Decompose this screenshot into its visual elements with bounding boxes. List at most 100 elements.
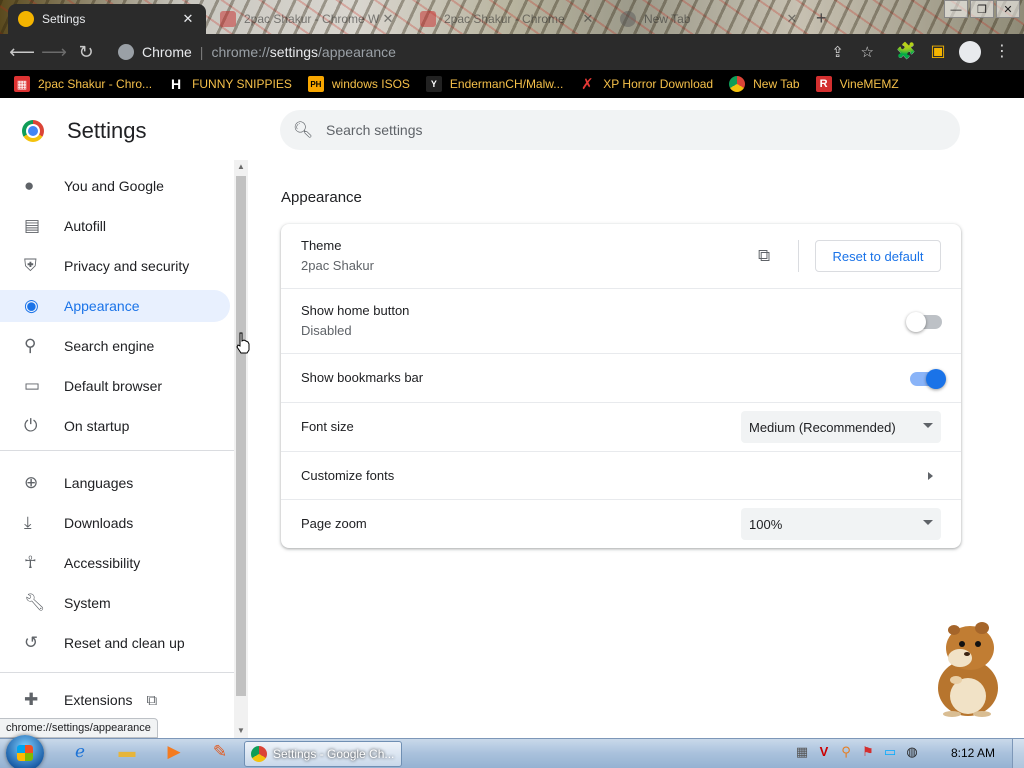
forward-button[interactable]: ⟶ (38, 42, 70, 63)
sidebar-divider (0, 450, 234, 451)
open-in-new-icon[interactable]: ⧉ (758, 246, 770, 266)
extensions-icon[interactable]: 🧩 (892, 34, 920, 70)
bookmark-endermanch[interactable]: Y EndermanCH/Malw... (425, 76, 563, 92)
theme-label: Theme (301, 238, 342, 253)
sidebar-item-default-browser[interactable]: ▭ Default browser (0, 370, 230, 402)
share-icon[interactable]: ⇪ (831, 43, 844, 61)
bookmarks-bar-toggle[interactable] (910, 369, 946, 389)
tab-title: Settings (42, 12, 86, 26)
sidebar-item-on-startup[interactable]: ⏻ On startup (0, 410, 230, 442)
window-controls: — ❐ ✕ (944, 0, 1020, 18)
h-logo-icon: H (171, 76, 182, 92)
sidebar-item-system[interactable]: 🔧︎ System (0, 587, 230, 619)
taskbar-clock[interactable]: 8:12 AM (951, 746, 995, 760)
bookmark-xp-horror[interactable]: ✗ XP Horror Download (579, 76, 714, 93)
chevron-right-icon (928, 472, 933, 480)
tab-2pac-w[interactable]: 2pac Shakur - Chrome W ✕ (210, 4, 406, 34)
dropdown-caret-icon (923, 520, 933, 525)
show-desktop-button[interactable] (1012, 739, 1024, 768)
sidebar-item-autofill[interactable]: ▤ Autofill (0, 210, 230, 242)
sidebar-item-accessibility[interactable]: ☥ Accessibility (0, 547, 230, 579)
sidebar-item-search-engine[interactable]: ⚲ Search engine (0, 330, 230, 362)
display-icon[interactable]: ▭ (882, 744, 898, 762)
globe-icon: ⊕ (24, 473, 39, 492)
tab-new-tab[interactable]: New Tab ✕ (610, 4, 810, 34)
side-panel-icon[interactable]: ▣ (924, 34, 952, 70)
network-icon[interactable]: ▦ (794, 744, 810, 762)
custom-favicon-icon (220, 11, 236, 27)
customize-fonts-row[interactable]: Customize fonts (281, 451, 961, 499)
sidebar-item-privacy[interactable]: ⛨ Privacy and security (0, 250, 230, 282)
folder-icon[interactable]: ▬ (114, 742, 140, 766)
home-button-toggle[interactable] (906, 312, 942, 332)
bookmark-new-tab[interactable]: New Tab (729, 76, 800, 92)
tab-title: 2pac Shakur - Chrome (444, 12, 565, 26)
custom-favicon-icon (420, 11, 436, 27)
page-title: Settings (67, 118, 147, 143)
sidebar-item-label: You and Google (64, 178, 164, 194)
search-settings-box[interactable]: 🔍︎ (280, 110, 960, 150)
maximize-button[interactable]: ❐ (970, 0, 994, 18)
bookmarks-bar-row[interactable]: Show bookmarks bar (281, 353, 961, 402)
sidebar-item-label: On startup (64, 418, 130, 434)
antivirus-icon[interactable]: V (816, 744, 832, 762)
sidebar-item-downloads[interactable]: ⤓ Downloads (0, 507, 230, 539)
profile-button[interactable] (956, 34, 984, 70)
customize-fonts-label: Customize fonts (301, 468, 395, 483)
store-icon: ▦ (14, 76, 30, 92)
bookmark-funny-snippies[interactable]: H FUNNY SNIPPIES (168, 76, 292, 92)
bookmark-vinememz[interactable]: R VineMEMZ (815, 76, 899, 92)
close-tab-icon[interactable]: ✕ (180, 11, 196, 27)
bookmarks-bar-label: Show bookmarks bar (301, 370, 424, 385)
taskbar-chrome-button[interactable]: Settings - Google Ch... (244, 741, 402, 767)
close-window-button[interactable]: ✕ (996, 0, 1020, 18)
tab-strip: Settings ✕ 2pac Shakur - Chrome W ✕ 2pac… (0, 0, 1024, 34)
start-button[interactable] (6, 735, 44, 768)
bookmark-label: XP Horror Download (603, 77, 714, 91)
close-tab-icon[interactable]: ✕ (380, 11, 396, 27)
sidebar-item-extensions[interactable]: ✚ Extensions ⧉ (0, 684, 230, 716)
wrench-icon: 🔧︎ (24, 593, 46, 612)
theme-value: 2pac Shakur (301, 258, 374, 273)
scroll-down-arrow[interactable]: ▼ (234, 724, 248, 738)
font-size-select[interactable]: Medium (Recommended) (741, 411, 941, 443)
reload-button[interactable]: ↻ (70, 42, 102, 63)
scrollbar-thumb[interactable] (236, 176, 246, 696)
new-tab-button[interactable]: + (816, 8, 827, 29)
avatar-icon (959, 41, 981, 63)
page-zoom-select[interactable]: 100% (741, 508, 941, 540)
search-icon[interactable]: ⚲ (838, 744, 854, 762)
clock-icon[interactable]: ◍ (904, 744, 920, 762)
search-input[interactable] (326, 122, 826, 138)
back-button[interactable]: ⟵ (6, 42, 38, 63)
scroll-up-arrow[interactable]: ▲ (234, 160, 248, 174)
puzzle-icon: ✚ (24, 690, 39, 709)
bookmark-windows-isos[interactable]: PH windows ISOS (307, 76, 410, 92)
address-bar[interactable]: Chrome | chrome:// settings /appearance … (108, 37, 888, 67)
tab-2pac[interactable]: 2pac Shakur - Chrome ✕ (410, 4, 606, 34)
bookmark-label: New Tab (753, 77, 800, 91)
sidebar-item-languages[interactable]: ⊕ Languages (0, 467, 230, 499)
minimize-button[interactable]: — (944, 0, 968, 18)
media-player-icon[interactable]: ▶ (161, 742, 187, 766)
bookmark-star-icon[interactable]: ☆ (861, 43, 874, 61)
hand-cursor-icon (236, 332, 250, 354)
sidebar-item-you-and-google[interactable]: ● You and Google (0, 170, 230, 202)
paint-icon[interactable]: ✎ (207, 742, 233, 766)
bookmark-2pac[interactable]: ▦ 2pac Shakur - Chro... (14, 76, 152, 92)
reset-to-default-button[interactable]: Reset to default (815, 240, 941, 272)
sidebar-scrollbar[interactable]: ▲ ▼ (234, 160, 248, 738)
home-button-row[interactable]: Show home button Disabled (281, 288, 961, 353)
flag-icon[interactable]: ⚑ (860, 744, 876, 762)
url-prefix: chrome:// (211, 44, 270, 60)
sidebar-item-reset[interactable]: ↺ Reset and clean up (0, 627, 230, 659)
internet-explorer-icon[interactable]: ℯ (67, 742, 93, 766)
menu-dots-icon[interactable]: ⋮ (988, 34, 1016, 70)
browser-icon: ▭ (24, 376, 41, 395)
close-tab-icon[interactable]: ✕ (784, 11, 800, 27)
task-label: Settings - Google Ch... (273, 747, 395, 761)
tab-settings[interactable]: Settings ✕ (8, 4, 206, 34)
sidebar-item-appearance[interactable]: ◉ Appearance (0, 290, 230, 322)
close-tab-icon[interactable]: ✕ (580, 11, 596, 27)
sidebar-divider (0, 672, 234, 673)
